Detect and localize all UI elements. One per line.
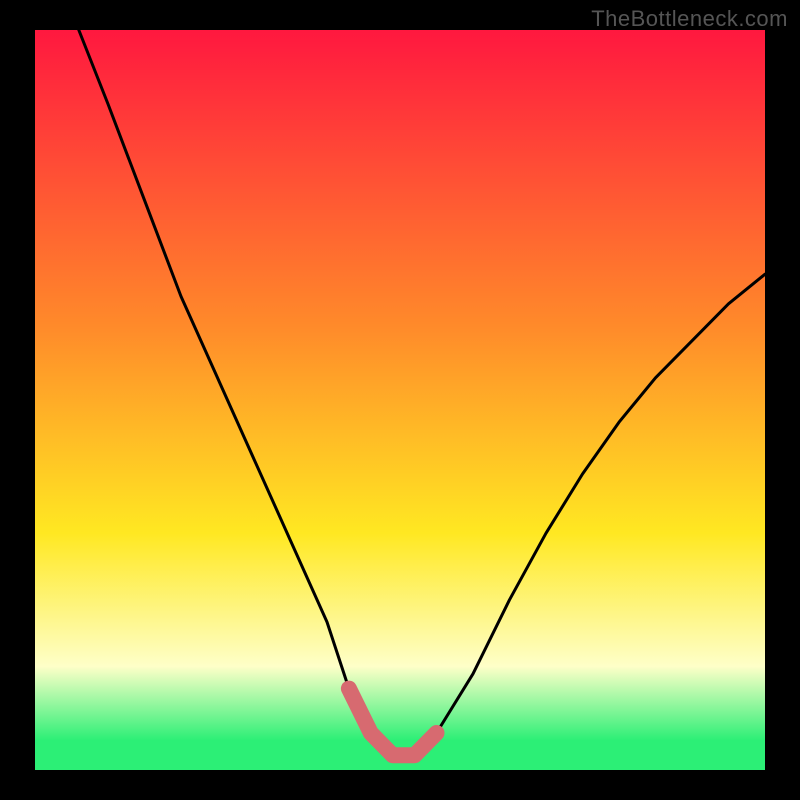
bottleneck-chart bbox=[0, 0, 800, 800]
chart-container: TheBottleneck.com bbox=[0, 0, 800, 800]
watermark-text: TheBottleneck.com bbox=[591, 6, 788, 32]
plot-area bbox=[35, 30, 765, 770]
